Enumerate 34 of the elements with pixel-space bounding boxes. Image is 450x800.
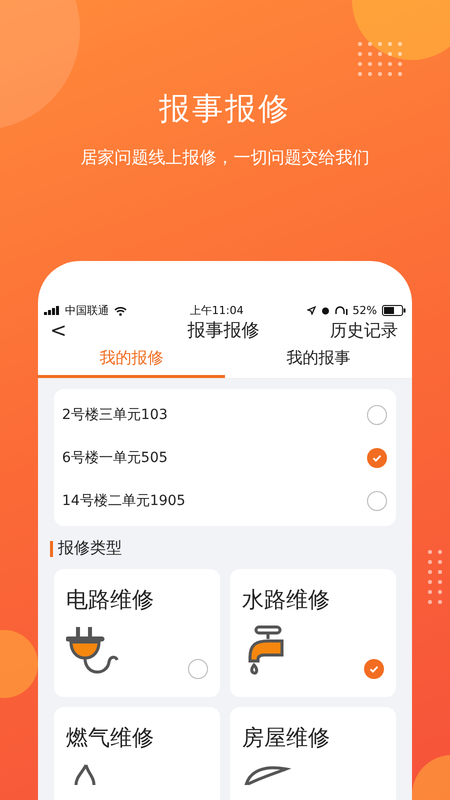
category-card[interactable]: 燃气维修 (54, 707, 220, 800)
category-label: 电路维修 (66, 587, 155, 615)
category-radio[interactable] (364, 659, 384, 679)
battery-percent: 52% (352, 304, 377, 317)
address-radio[interactable] (367, 490, 387, 510)
category-card[interactable]: 水路维修 (230, 569, 396, 697)
category-label: 房屋维修 (242, 725, 331, 753)
category-label: 燃气维修 (66, 725, 155, 753)
dot-pattern (358, 42, 402, 76)
category-radio[interactable] (188, 659, 208, 679)
location-arrow-icon (306, 306, 316, 315)
address-label: 2号楼三单元103 (62, 406, 168, 424)
category-card[interactable]: 房屋维修 (230, 707, 396, 800)
tab[interactable]: 我的报事 (225, 342, 412, 378)
battery-icon (382, 305, 406, 316)
banner-title: 报事报修 (159, 90, 291, 129)
section-title: 报修类型 (58, 538, 122, 559)
address-label: 6号楼一单元505 (62, 448, 168, 466)
category-card[interactable]: 电路维修 (54, 569, 220, 697)
headphones-icon (334, 306, 348, 315)
dot-pattern (428, 550, 442, 604)
nav-title: 报事报修 (187, 319, 260, 342)
history-link[interactable]: 历史记录 (330, 318, 398, 342)
category-label: 水路维修 (242, 587, 331, 615)
section-accent-bar (50, 540, 53, 556)
back-button[interactable]: < (50, 318, 67, 342)
carrier-name: 中国联通 (65, 303, 109, 318)
address-label: 14号楼二单元1905 (62, 492, 186, 510)
wifi-icon (114, 306, 127, 316)
address-radio[interactable] (367, 404, 387, 424)
address-radio[interactable] (367, 448, 387, 468)
signal-icon (44, 306, 60, 315)
status-time: 上午11:04 (190, 303, 244, 318)
banner-subtitle: 居家问题线上报修，一切问题交给我们 (80, 147, 370, 169)
